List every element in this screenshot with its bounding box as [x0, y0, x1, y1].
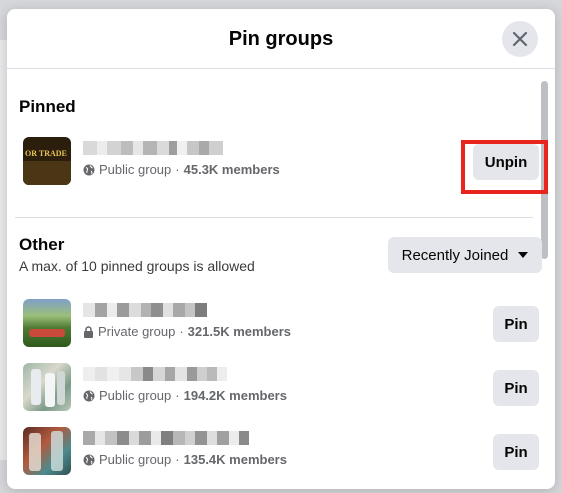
group-privacy: Public group [99, 452, 172, 467]
group-meta: Public group · 194.2K members [83, 388, 287, 403]
meta-separator: · [175, 452, 180, 467]
meta-separator: · [179, 324, 184, 339]
group-privacy: Public group [99, 162, 172, 177]
group-meta: Private group · 321.5K members [83, 324, 291, 339]
lock-icon [84, 325, 93, 338]
group-row[interactable]: Public group · 135.4K members Pin [19, 423, 541, 479]
highlight-annotation [461, 140, 548, 194]
meta-separator: · [175, 162, 180, 177]
pinned-section-title: Pinned [19, 97, 76, 116]
meta-separator: · [175, 388, 180, 403]
group-name-redacted [83, 141, 223, 157]
group-avatar [23, 427, 71, 475]
other-section-title: Other [19, 235, 65, 254]
pin-groups-dialog: Pin groups Pinned OR TRADE Public group … [7, 9, 555, 489]
group-members: 135.4K members [183, 452, 287, 467]
globe-icon [83, 164, 95, 175]
globe-icon [83, 390, 95, 401]
caret-down-icon [518, 252, 529, 258]
group-meta: Public group · 135.4K members [83, 452, 287, 467]
group-name-redacted [83, 367, 227, 383]
group-avatar [23, 299, 71, 347]
group-avatar [23, 363, 71, 411]
dialog-header: Pin groups [7, 9, 555, 69]
dialog-title: Pin groups [228, 28, 334, 50]
group-members: 194.2K members [183, 388, 287, 403]
group-row[interactable]: Public group · 194.2K members Pin [19, 359, 541, 415]
group-avatar-text: OR TRADE [25, 149, 67, 158]
section-divider [15, 217, 533, 218]
sort-dropdown-label: Recently Joined [401, 246, 509, 264]
close-button[interactable] [502, 21, 538, 57]
group-name-redacted [83, 303, 207, 319]
pin-limit-note: A max. of 10 pinned groups is allowed [19, 258, 255, 274]
group-members: 321.5K members [187, 324, 292, 339]
group-row[interactable]: Private group · 321.5K members Pin [19, 295, 541, 351]
sort-dropdown[interactable]: Recently Joined [388, 237, 542, 273]
pin-button[interactable]: Pin [493, 306, 539, 342]
group-name-redacted [83, 431, 249, 447]
group-privacy: Public group [99, 388, 172, 403]
globe-icon [83, 454, 95, 465]
group-members: 45.3K members [183, 162, 280, 177]
group-privacy: Private group [98, 324, 176, 339]
close-icon [512, 31, 528, 47]
group-meta: Public group · 45.3K members [83, 162, 280, 177]
pin-button[interactable]: Pin [493, 434, 539, 470]
group-avatar: OR TRADE [23, 137, 71, 185]
pin-button[interactable]: Pin [493, 370, 539, 406]
